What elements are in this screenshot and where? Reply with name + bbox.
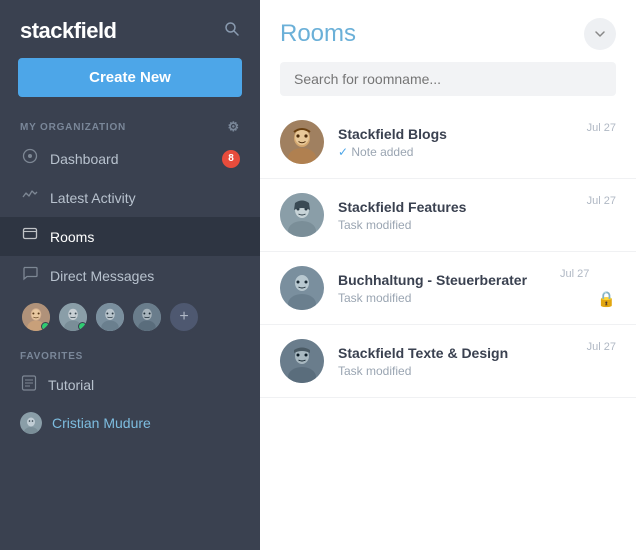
room-item-stackfield-texte[interactable]: Stackfield Texte & Design Task modified … (260, 325, 636, 398)
room-sub-buchhaltung: Task modified (338, 291, 550, 305)
app-logo: stackfield (20, 18, 117, 44)
room-date-texte: Jul 27 (587, 339, 616, 353)
room-date-blogs: Jul 27 (587, 120, 616, 134)
avatar-1[interactable] (20, 301, 52, 333)
room-date-features: Jul 27 (587, 193, 616, 207)
online-avatars-row: + (0, 295, 260, 345)
room-avatar-buchhaltung (280, 266, 324, 310)
search-icon[interactable] (224, 21, 240, 42)
room-name-texte: Stackfield Texte & Design (338, 345, 577, 361)
sidebar-item-label-dashboard: Dashboard (50, 151, 119, 167)
room-info-features: Stackfield Features Task modified (338, 199, 577, 232)
room-item-stackfield-blogs[interactable]: Stackfield Blogs Note added Jul 27 (260, 106, 636, 179)
avatar-4[interactable] (131, 301, 163, 333)
room-avatar-texte (280, 339, 324, 383)
sidebar-item-direct-messages[interactable]: Direct Messages (0, 256, 260, 295)
rooms-header: Rooms (260, 0, 636, 62)
favorite-item-tutorial[interactable]: Tutorial (0, 366, 260, 404)
rooms-list: Stackfield Blogs Note added Jul 27 Stac (260, 106, 636, 550)
sidebar-item-dashboard[interactable]: Dashboard 8 (0, 139, 260, 178)
online-indicator-2 (78, 322, 87, 331)
room-avatar-blogs (280, 120, 324, 164)
activity-icon (20, 187, 40, 208)
dashboard-badge: 8 (222, 150, 240, 168)
rooms-title: Rooms (280, 20, 356, 48)
add-avatar-button[interactable]: + (168, 301, 200, 333)
room-sub-blogs: Note added (338, 145, 577, 159)
lock-icon: 🔒 (597, 290, 616, 310)
room-item-buchhaltung[interactable]: Buchhaltung - Steuerberater Task modifie… (260, 252, 636, 325)
room-item-stackfield-features[interactable]: Stackfield Features Task modified Jul 27 (260, 179, 636, 252)
sidebar-item-label-activity: Latest Activity (50, 190, 136, 206)
avatar-2[interactable] (57, 301, 89, 333)
sidebar-item-latest-activity[interactable]: Latest Activity (0, 178, 260, 217)
gear-icon[interactable]: ⚙ (228, 119, 240, 135)
tutorial-icon (20, 374, 38, 396)
room-info-buchhaltung: Buchhaltung - Steuerberater Task modifie… (338, 272, 550, 305)
favorite-item-cristian[interactable]: Cristian Mudure (0, 404, 260, 442)
room-sub-features: Task modified (338, 218, 577, 232)
create-new-button[interactable]: Create New (18, 58, 242, 97)
direct-messages-icon (20, 265, 40, 286)
favorite-label-tutorial: Tutorial (48, 377, 94, 393)
rooms-icon (20, 226, 40, 247)
sidebar-item-label-rooms: Rooms (50, 229, 94, 245)
room-avatar-features (280, 193, 324, 237)
main-content: Rooms (260, 0, 636, 550)
room-name-buchhaltung: Buchhaltung - Steuerberater (338, 272, 550, 288)
online-indicator (41, 322, 50, 331)
sidebar: stackfield Create New MY ORGANIZATION ⚙ … (0, 0, 260, 550)
dashboard-icon (20, 148, 40, 169)
sidebar-item-label-dm: Direct Messages (50, 268, 154, 284)
cristian-avatar (20, 412, 42, 434)
sidebar-header: stackfield (0, 0, 260, 58)
room-info-blogs: Stackfield Blogs Note added (338, 126, 577, 159)
favorite-label-cristian: Cristian Mudure (52, 415, 151, 431)
org-section-label: MY ORGANIZATION ⚙ (0, 113, 260, 139)
rooms-dropdown-button[interactable] (584, 18, 616, 50)
sidebar-item-rooms[interactable]: Rooms (0, 217, 260, 256)
room-sub-texte: Task modified (338, 364, 577, 378)
room-date-buchhaltung: Jul 27 (560, 266, 589, 280)
room-name-blogs: Stackfield Blogs (338, 126, 577, 142)
favorites-section-label: FAVORITES (0, 345, 260, 366)
room-search-input[interactable] (280, 62, 616, 96)
room-name-features: Stackfield Features (338, 199, 577, 215)
avatar-3[interactable] (94, 301, 126, 333)
room-info-texte: Stackfield Texte & Design Task modified (338, 345, 577, 378)
